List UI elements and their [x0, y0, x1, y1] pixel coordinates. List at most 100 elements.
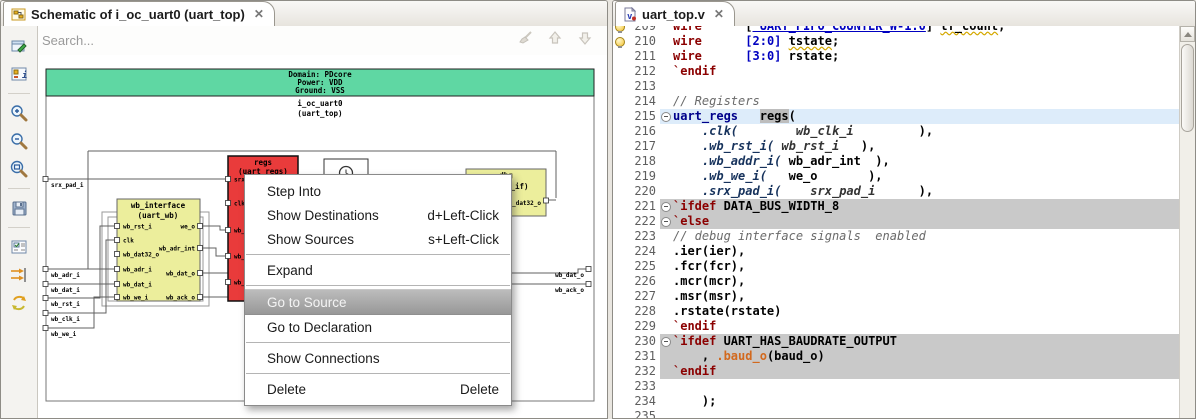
annotation-gutter: [613, 349, 626, 364]
menu-item-show-sources[interactable]: Show Sources s+Left-Click: [245, 227, 511, 251]
annotation-gutter: [613, 274, 626, 289]
code-line[interactable]: 232 `endif: [613, 364, 1179, 379]
compare-icon[interactable]: [7, 291, 31, 315]
fold-marker[interactable]: [660, 109, 673, 124]
code-line[interactable]: 226 .mcr(mcr),: [613, 274, 1179, 289]
code-line[interactable]: 214 // Registers: [613, 94, 1179, 109]
code-line[interactable]: 228 .rstate(rstate): [613, 304, 1179, 319]
code-line[interactable]: 212 `endif: [613, 64, 1179, 79]
code-line[interactable]: 230 `ifdef UART_HAS_BAUDRATE_OUTPUT: [613, 334, 1179, 349]
scrollbar-thumb[interactable]: [1181, 44, 1194, 132]
menu-item-label: Go to Source: [267, 294, 347, 310]
code-text: `endif: [673, 364, 717, 378]
fold-gutter: [660, 394, 673, 409]
output-port-label: wb_dat_o: [555, 272, 584, 279]
menu-item-go-to-source[interactable]: Go to Source: [245, 289, 511, 315]
code-lines: 209 wire [`UART_FIFO_COUNTER_W-1:0] tf_co…: [613, 26, 1179, 418]
code-line[interactable]: 223 // debug interface signals enabled: [613, 229, 1179, 244]
tab-close-icon[interactable]: ✕: [254, 7, 264, 21]
tab-uart-top-v[interactable]: v uart_top.v ✕: [615, 1, 735, 26]
code-line[interactable]: 225 .fcr(fcr),: [613, 259, 1179, 274]
line-number: 216: [634, 124, 656, 138]
svg-text:regs: regs: [254, 158, 272, 167]
code-text: `endif: [673, 319, 717, 333]
vertical-scrollbar[interactable]: [1179, 26, 1195, 418]
menu-item-step-into[interactable]: Step Into: [245, 179, 511, 203]
arrow-down-icon[interactable]: [577, 30, 593, 51]
code-line[interactable]: 231 , .baud_o(baud_o): [613, 349, 1179, 364]
code-editor[interactable]: 209 wire [`UART_FIFO_COUNTER_W-1:0] tf_co…: [613, 26, 1195, 418]
clear-broom-icon[interactable]: [516, 30, 533, 52]
menu-item-show-destinations[interactable]: Show Destinations d+Left-Click: [245, 203, 511, 227]
code-line[interactable]: 216 .clk( wb_clk_i ),: [613, 124, 1179, 139]
code-line[interactable]: 215 uart_regs regs(: [613, 109, 1179, 124]
port-square[interactable]: [42, 325, 49, 331]
code-line[interactable]: 235: [613, 409, 1179, 418]
filter-options-icon[interactable]: [7, 235, 31, 259]
svg-text:wb_dat_o: wb_dat_o: [166, 271, 195, 278]
output-port-label: wb_ack_o: [555, 287, 584, 294]
menu-item-expand[interactable]: Expand: [245, 258, 511, 282]
block-wb-interface[interactable]: wb_interface (uart_wb) wb_rst_i clk wb_d…: [114, 198, 203, 302]
instance-name: i_oc_uart0: [297, 99, 343, 108]
tab-schematic[interactable]: Schematic of i_oc_uart0 (uart_top) ✕: [3, 1, 275, 26]
fold-marker[interactable]: [660, 214, 673, 229]
zoom-in-icon[interactable]: [7, 101, 31, 125]
port-square[interactable]: [585, 266, 592, 272]
scroll-up-icon[interactable]: [1180, 26, 1195, 42]
code-line[interactable]: 217 .wb_rst_i( wb_rst_i ),: [613, 139, 1179, 154]
code-line[interactable]: 210 wire [2:0] tstate;: [613, 34, 1179, 49]
schematic-icon: [11, 8, 26, 20]
code-text: .srx_pad_i( srx_pad_i ),: [701, 184, 934, 198]
menu-item-shortcut: d+Left-Click: [427, 207, 499, 223]
trace-signals-icon[interactable]: [7, 263, 31, 287]
code-line[interactable]: 224 .ier(ier),: [613, 244, 1179, 259]
code-line[interactable]: 233: [613, 379, 1179, 394]
zoom-out-icon[interactable]: [7, 129, 31, 153]
menu-item-delete[interactable]: Delete Delete: [245, 377, 511, 401]
port-square[interactable]: [42, 281, 49, 287]
menu-item-go-to-declaration[interactable]: Go to Declaration: [245, 315, 511, 339]
code-line[interactable]: 234 );: [613, 394, 1179, 409]
code-line[interactable]: 220 .srx_pad_i( srx_pad_i ),: [613, 184, 1179, 199]
menu-item-label: Delete: [267, 381, 307, 397]
schematic-toolbar: i: [1, 26, 38, 418]
fold-gutter: [660, 244, 673, 259]
fold-gutter: [660, 259, 673, 274]
fold-gutter: [660, 274, 673, 289]
arrow-up-icon[interactable]: [547, 30, 563, 51]
port-square[interactable]: [42, 295, 49, 301]
code-line[interactable]: 227 .msr(msr),: [613, 289, 1179, 304]
zoom-fit-icon[interactable]: [7, 157, 31, 181]
port-square[interactable]: [42, 310, 49, 316]
code-line[interactable]: 229 `endif: [613, 319, 1179, 334]
port-square[interactable]: [42, 266, 49, 272]
code-text: `ifdef DATA_BUS_WIDTH_8: [673, 199, 840, 213]
annotate-icon[interactable]: [7, 34, 31, 58]
fold-gutter: [660, 319, 673, 334]
tab-close-icon[interactable]: ✕: [714, 7, 724, 21]
fold-marker[interactable]: [660, 334, 673, 349]
code-line[interactable]: 222 `else: [613, 214, 1179, 229]
code-line[interactable]: 209 wire [`UART_FIFO_COUNTER_W-1:0] tf_co…: [613, 26, 1179, 34]
code-text: .rstate(rstate): [673, 304, 782, 318]
menu-item-show-connections[interactable]: Show Connections: [245, 346, 511, 370]
code-line[interactable]: 218 .wb_addr_i( wb_adr_int ),: [613, 154, 1179, 169]
properties-icon[interactable]: i: [7, 62, 31, 86]
line-number: 234: [634, 394, 656, 408]
save-icon[interactable]: [7, 196, 31, 220]
line-number: 219: [634, 169, 656, 183]
port-square[interactable]: [585, 281, 592, 287]
code-text: .ier(ier),: [673, 244, 746, 258]
menu-item-label: Expand: [267, 262, 313, 278]
fold-marker[interactable]: [660, 199, 673, 214]
line-number: 213: [634, 79, 656, 93]
annotation-gutter: [613, 79, 626, 94]
port-square[interactable]: [42, 176, 49, 182]
fold-gutter: [660, 379, 673, 394]
code-line[interactable]: 221 `ifdef DATA_BUS_WIDTH_8: [613, 199, 1179, 214]
search-input[interactable]: Search...: [42, 33, 516, 48]
code-line[interactable]: 219 .wb_we_i( we_o ),: [613, 169, 1179, 184]
code-line[interactable]: 211 wire [3:0] rstate;: [613, 49, 1179, 64]
code-line[interactable]: 213: [613, 79, 1179, 94]
